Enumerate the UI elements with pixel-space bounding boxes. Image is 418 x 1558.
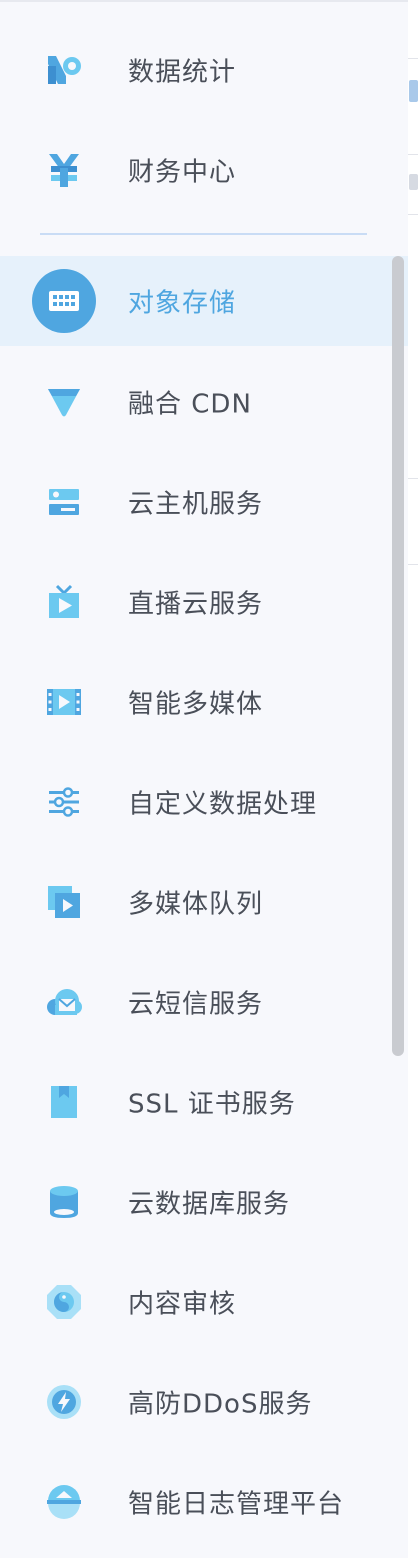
sidebar-item-label: 智能多媒体: [128, 689, 264, 720]
sidebar-menu: 数据统计 财务中心 对象存储 融合 CDN 云主机服务 直播云服务 智能多媒体 …: [0, 0, 409, 1558]
sidebar-item-content-audit[interactable]: 内容审核: [0, 1257, 408, 1347]
sidebar-item-cdn[interactable]: 融合 CDN: [0, 357, 408, 447]
edge-tab-icon: [409, 80, 418, 102]
sidebar-item-label: 云主机服务: [128, 489, 264, 520]
edge-divider: [408, 154, 418, 155]
cdn-icon: [40, 378, 88, 426]
cloud-mail-icon: [40, 978, 88, 1026]
sidebar-item-label: 数据统计: [128, 57, 237, 88]
sidebar-item-label: 融合 CDN: [128, 389, 252, 420]
sidebar-item-cloud-host[interactable]: 云主机服务: [0, 457, 408, 547]
sidebar-item-object-storage[interactable]: 对象存储: [0, 256, 408, 346]
content-audit-icon: [40, 1278, 88, 1326]
sidebar-item-label: 云数据库服务: [128, 1189, 291, 1220]
sidebar-item-ssl[interactable]: SSL 证书服务: [0, 1057, 408, 1147]
yuan-icon: [40, 146, 88, 194]
queue-play-icon: [40, 878, 88, 926]
sidebar-item-log-platform[interactable]: 智能日志管理平台: [0, 1457, 408, 1547]
sidebar-item-label: 自定义数据处理: [128, 789, 318, 820]
sidebar-item-sms[interactable]: 云短信服务: [0, 957, 408, 1047]
statistics-icon: [40, 46, 88, 94]
storage-icon: [32, 269, 96, 333]
main-content-edge: [408, 0, 418, 1558]
sidebar-item-label: 财务中心: [128, 157, 237, 188]
sidebar-item-label: 对象存储: [128, 288, 237, 319]
sidebar-item-smart-media[interactable]: 智能多媒体: [0, 657, 408, 747]
sidebar-item-label: SSL 证书服务: [128, 1089, 296, 1120]
top-border: [0, 0, 408, 2]
server-icon: [40, 478, 88, 526]
edge-divider: [408, 478, 418, 479]
edge-divider: [408, 564, 418, 565]
sidebar-item-label: 智能日志管理平台: [128, 1489, 345, 1520]
database-icon: [40, 1178, 88, 1226]
edge-divider: [408, 214, 418, 215]
log-platform-icon: [40, 1478, 88, 1526]
sidebar-item-database[interactable]: 云数据库服务: [0, 1157, 408, 1247]
sidebar-scrollbar[interactable]: [392, 256, 404, 1056]
tv-play-icon: [40, 578, 88, 626]
lightning-shield-icon: [40, 1378, 88, 1426]
edge-divider: [408, 58, 418, 59]
sidebar-item-label: 云短信服务: [128, 989, 264, 1020]
sidebar-item-ddos[interactable]: 高防DDoS服务: [0, 1357, 408, 1447]
sliders-icon: [40, 778, 88, 826]
sidebar-item-statistics[interactable]: 数据统计: [0, 25, 408, 115]
sidebar-item-label: 多媒体队列: [128, 889, 264, 920]
sidebar-item-label: 内容审核: [128, 1289, 237, 1320]
bookmark-certificate-icon: [40, 1078, 88, 1126]
sidebar-item-label: 高防DDoS服务: [128, 1389, 313, 1420]
sidebar-item-label: 直播云服务: [128, 589, 264, 620]
sidebar-item-custom-processing[interactable]: 自定义数据处理: [0, 757, 408, 847]
sidebar-item-finance[interactable]: 财务中心: [0, 125, 408, 215]
edge-text-fragment: [409, 174, 418, 190]
menu-divider: [40, 233, 367, 235]
sidebar-item-media-queue[interactable]: 多媒体队列: [0, 857, 408, 947]
film-play-icon: [40, 678, 88, 726]
sidebar-item-live[interactable]: 直播云服务: [0, 557, 408, 647]
